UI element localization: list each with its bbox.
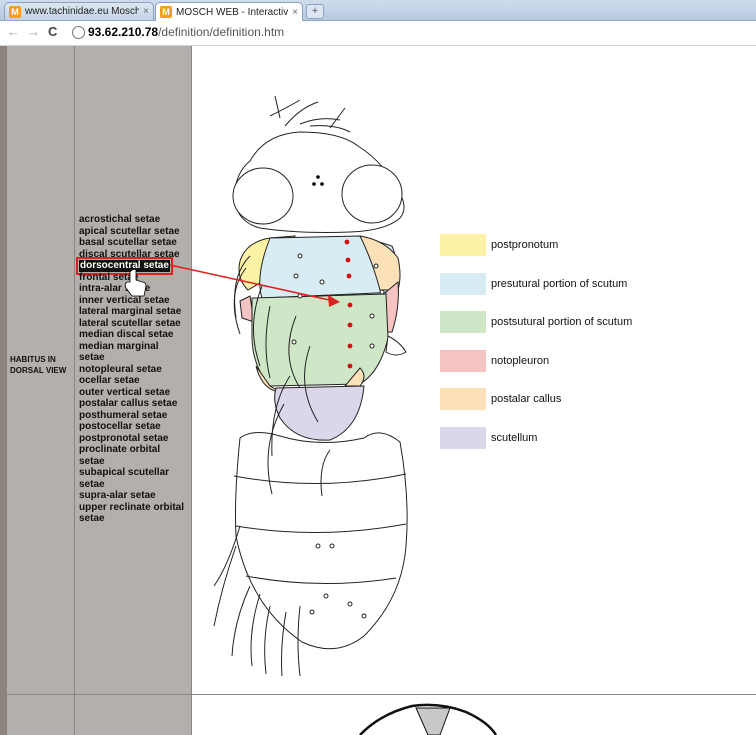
url-path: /definition/definition.htm: [158, 25, 285, 39]
page-content: HABITUS IN DORSAL VIEW acrostichal setae…: [0, 46, 756, 735]
legend-label: scutellum: [491, 431, 538, 444]
globe-icon: [72, 26, 85, 39]
legend-label: postalar callus: [491, 393, 562, 405]
legend-swatch: [440, 388, 486, 410]
legend-label: presutural portion of scutum: [491, 277, 628, 290]
legend-swatch: [440, 272, 486, 295]
close-icon[interactable]: ×: [292, 7, 298, 18]
close-icon[interactable]: ×: [143, 6, 149, 17]
browser-toolbar: ← → C 93.62.210.78/definition/definition…: [0, 21, 756, 46]
tab-tachinidae[interactable]: M www.tachinidae.eu Mosch... ×: [4, 2, 154, 20]
mosch-favicon-icon: M: [160, 6, 172, 18]
hand-cursor-icon: [124, 268, 147, 297]
legend-label: postpronotum: [491, 239, 559, 251]
legend-label: postsutural portion of scutum: [491, 316, 633, 328]
legend-swatch: [440, 311, 486, 333]
legend-item: postsutural portion of scutum: [440, 311, 632, 333]
tab-title: www.tachinidae.eu Mosch...: [25, 6, 140, 17]
legend-swatch: [440, 349, 486, 372]
new-tab-button[interactable]: +: [306, 4, 324, 19]
tab-title: MOSCH WEB - Interactive ...: [176, 6, 289, 18]
reload-icon[interactable]: C: [48, 24, 57, 39]
mosch-favicon-icon: M: [9, 5, 21, 18]
legend-swatch: [440, 234, 486, 256]
legend-item: notopleuron: [440, 349, 550, 372]
legend-item: postpronotum: [440, 234, 558, 256]
fly-dorsal-illustration: [124, 95, 498, 735]
legend-swatch: [440, 426, 486, 449]
tab-strip: M www.tachinidae.eu Mosch... × M MOSCH W…: [0, 0, 756, 21]
legend-label: notopleuron: [491, 354, 550, 367]
tab-mosch-web[interactable]: M MOSCH WEB - Interactive ... ×: [155, 2, 303, 21]
legend-item: presutural portion of scutum: [440, 272, 628, 295]
legend-item: scutellum: [440, 426, 538, 449]
legend-item: postalar callus: [440, 388, 561, 410]
address-bar[interactable]: 93.62.210.78/definition/definition.htm: [88, 25, 284, 39]
url-host: 93.62.210.78: [88, 25, 159, 39]
back-arrow-icon[interactable]: ←: [7, 24, 20, 39]
forward-arrow-icon[interactable]: →: [27, 24, 40, 39]
